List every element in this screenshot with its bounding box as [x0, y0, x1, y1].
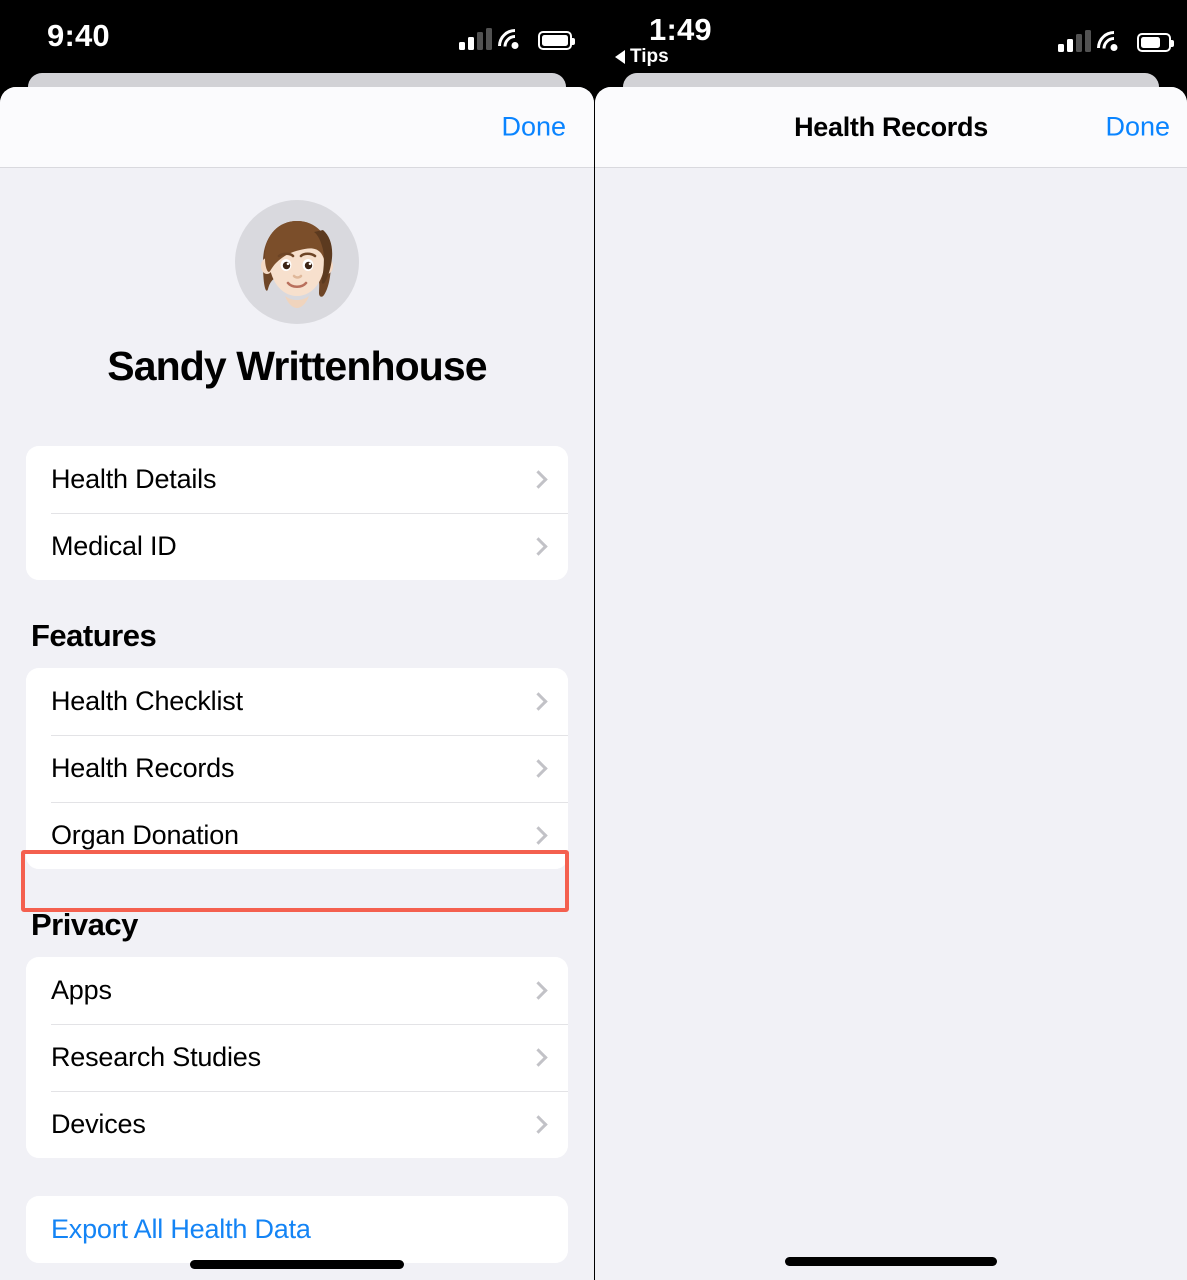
list-item-label: Health Details	[51, 464, 217, 494]
list-item-label: Medical ID	[51, 531, 177, 561]
done-button[interactable]: Done	[501, 112, 566, 143]
battery-icon	[1137, 33, 1174, 52]
status-bar-indicators	[459, 22, 575, 50]
list-item-organ-donation[interactable]: Organ Donation	[26, 802, 568, 869]
back-triangle-icon	[615, 50, 625, 64]
right-navbar: Health Records Done	[595, 87, 1187, 168]
section-header-features: Features	[31, 618, 157, 653]
status-bar-indicators	[1058, 24, 1174, 52]
list-item-label: Research Studies	[51, 1042, 261, 1072]
left-scroll-content: Sandy Writtenhouse Health Details Medica…	[0, 168, 594, 1280]
status-bar-time: 1:49	[649, 12, 712, 47]
left-status-bar: 9:40	[0, 0, 594, 88]
list-item-health-details[interactable]: Health Details	[26, 446, 568, 513]
wifi-icon	[1100, 31, 1128, 52]
modal-sheet: Health Records Done	[595, 87, 1187, 1280]
list-item-label: Health Records	[51, 753, 235, 783]
modal-sheet: Done Sandy Writtenhouse Health Details M…	[0, 87, 594, 1280]
chevron-right-icon	[529, 691, 548, 711]
list-item-label: Organ Donation	[51, 820, 239, 850]
back-to-tips-button[interactable]: Tips	[615, 46, 669, 68]
profile-header: Sandy Writtenhouse	[0, 168, 594, 390]
settings-group-privacy: Apps Research Studies Devices	[26, 957, 568, 1158]
cellular-signal-icon	[1058, 30, 1091, 52]
wifi-icon	[501, 29, 529, 50]
battery-icon	[538, 31, 575, 50]
right-phone-screen: 1:49 Tips Health Records Done	[594, 0, 1187, 1280]
settings-group-export: Export All Health Data	[26, 1196, 568, 1263]
list-item-label: Devices	[51, 1109, 146, 1139]
home-indicator	[785, 1257, 997, 1266]
chevron-right-icon	[529, 1047, 548, 1067]
home-indicator	[190, 1260, 404, 1269]
done-button[interactable]: Done	[1105, 112, 1170, 143]
list-item-health-records[interactable]: Health Records	[26, 735, 568, 802]
chevron-right-icon	[529, 1114, 548, 1134]
section-header-privacy: Privacy	[31, 907, 138, 942]
list-item-devices[interactable]: Devices	[26, 1091, 568, 1158]
screenshot-stage: 9:40 Done Sandy Writtenhouse Health Deta…	[0, 0, 1187, 1280]
profile-name: Sandy Writtenhouse	[107, 343, 487, 389]
list-item-apps[interactable]: Apps	[26, 957, 568, 1024]
status-bar-time: 9:40	[47, 18, 110, 53]
list-item-export-all-health-data[interactable]: Export All Health Data	[26, 1196, 568, 1263]
chevron-right-icon	[529, 825, 548, 845]
chevron-right-icon	[529, 758, 548, 778]
list-item-health-checklist[interactable]: Health Checklist	[26, 668, 568, 735]
left-phone-screen: 9:40 Done Sandy Writtenhouse Health Deta…	[0, 0, 594, 1280]
right-status-bar: 1:49 Tips	[595, 0, 1187, 88]
cellular-signal-icon	[459, 28, 492, 50]
chevron-right-icon	[529, 536, 548, 556]
list-item-label: Export All Health Data	[51, 1214, 311, 1244]
left-navbar: Done	[0, 87, 594, 168]
list-item-label: Health Checklist	[51, 686, 243, 716]
chevron-right-icon	[529, 980, 548, 1000]
memoji-avatar[interactable]	[235, 200, 359, 324]
list-item-label: Apps	[51, 975, 112, 1005]
list-item-research-studies[interactable]: Research Studies	[26, 1024, 568, 1091]
page-title: Health Records	[794, 111, 988, 142]
list-item-medical-id[interactable]: Medical ID	[26, 513, 568, 580]
settings-group-features: Health Checklist Health Records Organ Do…	[26, 668, 568, 869]
back-label: Tips	[630, 46, 669, 67]
chevron-right-icon	[529, 469, 548, 489]
settings-group-account: Health Details Medical ID	[26, 446, 568, 580]
